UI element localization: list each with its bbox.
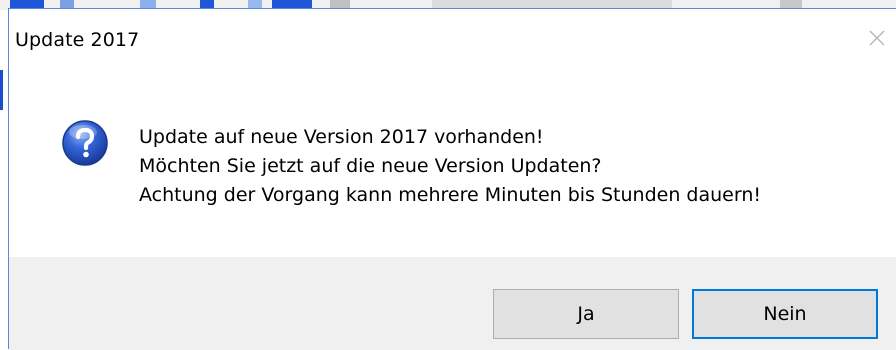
close-icon (869, 30, 885, 46)
question-icon (61, 119, 109, 167)
message-line: Achtung der Vorgang kann mehrere Minuten… (139, 184, 761, 206)
no-button[interactable]: Nein (692, 289, 878, 339)
dialog-title: Update 2017 (15, 29, 140, 51)
dialog-content: Update auf neue Version 2017 vorhanden! … (9, 69, 896, 257)
button-bar: Ja Nein (9, 257, 896, 350)
close-button[interactable] (864, 25, 890, 51)
message-dialog: Update 2017 Update auf neue Version 2017… (8, 8, 896, 350)
message-text: Update auf neue Version 2017 vorhanden! … (139, 123, 761, 210)
background-left-edge (0, 10, 8, 349)
yes-button[interactable]: Ja (493, 289, 679, 339)
message-line: Möchten Sie jetzt auf die neue Version U… (139, 155, 602, 177)
title-bar[interactable]: Update 2017 (9, 9, 896, 69)
message-line: Update auf neue Version 2017 vorhanden! (139, 126, 544, 148)
